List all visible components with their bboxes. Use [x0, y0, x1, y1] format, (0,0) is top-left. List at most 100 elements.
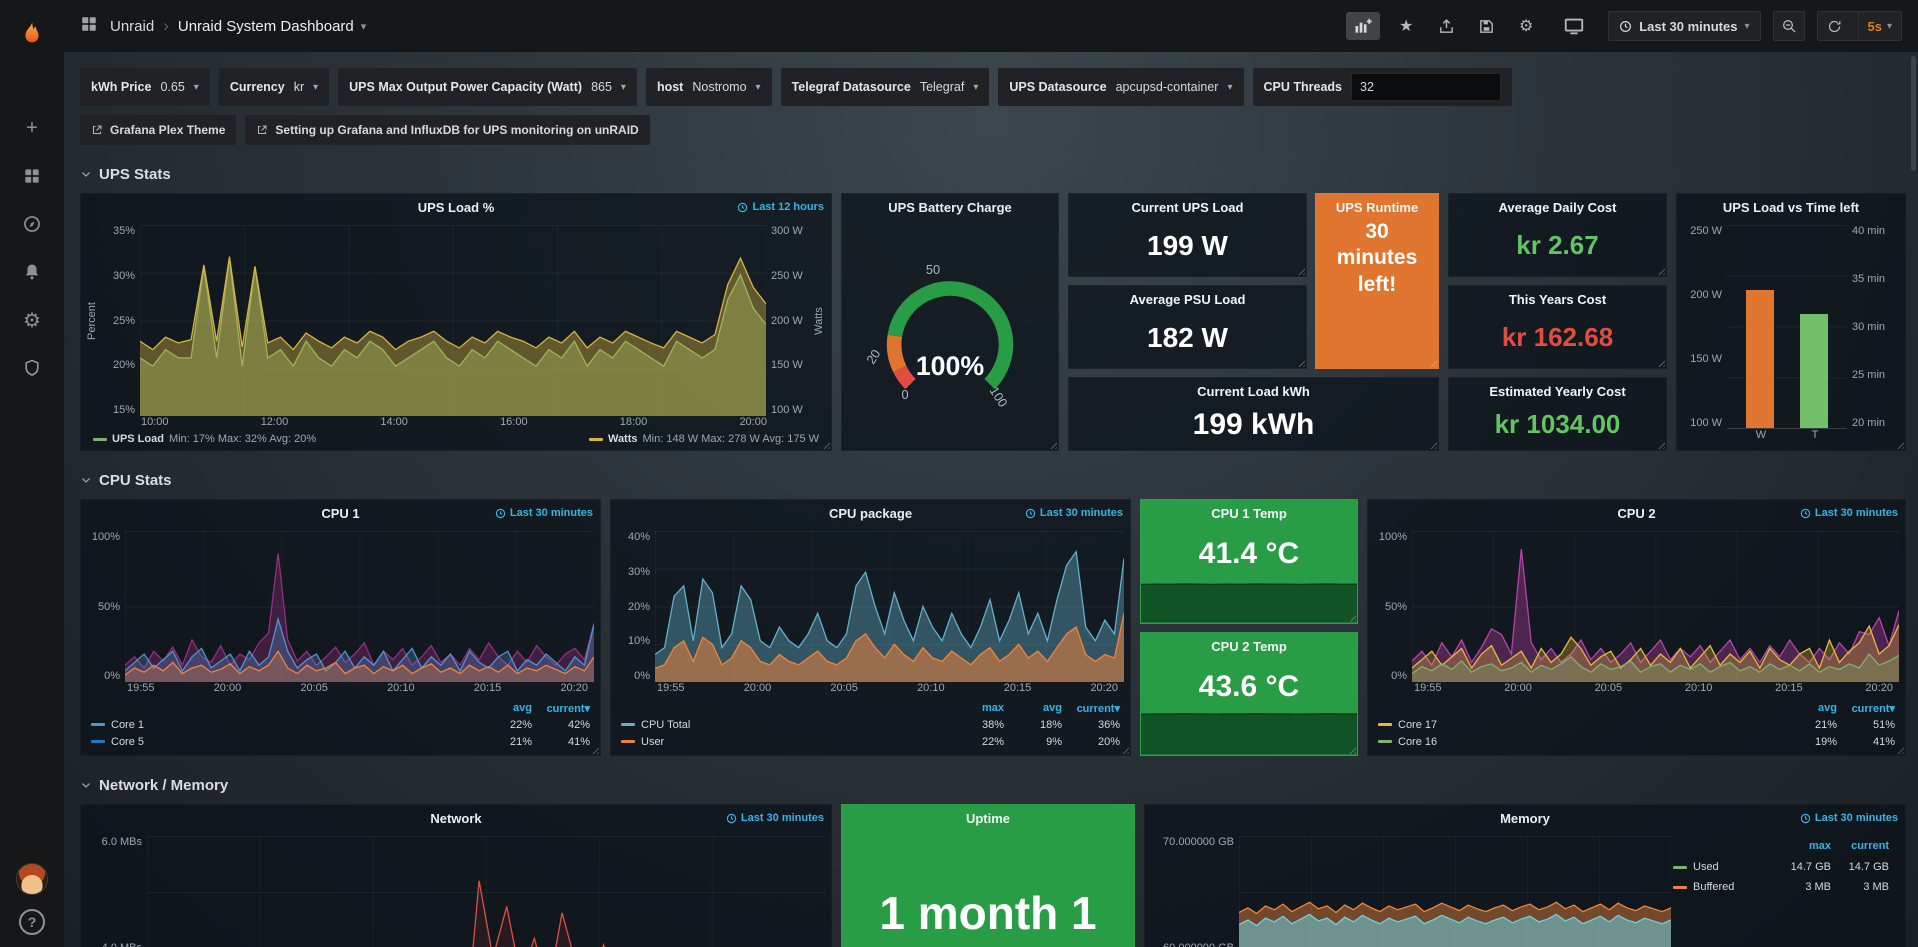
- legend-series-name[interactable]: Core 16: [1398, 736, 1437, 748]
- variable-ups-datasource[interactable]: UPS Datasource apcupsd-container ▾: [998, 68, 1243, 106]
- variable-kwh-price[interactable]: kWh Price 0.65 ▾: [80, 68, 210, 106]
- panel-current-load-kwh: Current Load kWh 199 kWh: [1068, 377, 1439, 451]
- panel-title[interactable]: Memory: [1500, 811, 1550, 826]
- server-admin-shield-icon[interactable]: [15, 351, 49, 385]
- cpu-package-chart[interactable]: [655, 531, 1124, 682]
- panel-title[interactable]: Network: [430, 811, 481, 826]
- legend-series-name[interactable]: Buffered: [1693, 881, 1734, 893]
- panel-title[interactable]: CPU package: [829, 506, 912, 521]
- star-button[interactable]: ★: [1392, 12, 1420, 40]
- battery-gauge: 0 20 50 100 100%: [842, 221, 1058, 450]
- variable-ups-max-output[interactable]: UPS Max Output Power Capacity (Watt) 865…: [338, 68, 637, 106]
- cpu1-chart[interactable]: [125, 531, 594, 682]
- cpu-threads-input[interactable]: [1351, 73, 1501, 101]
- variable-label: CPU Threads: [1264, 80, 1343, 94]
- variable-value[interactable]: Telegraf: [920, 80, 964, 94]
- sort-column[interactable]: current▾: [1062, 702, 1120, 715]
- bar-watts: [1746, 290, 1774, 428]
- configuration-gear-icon[interactable]: ⚙: [15, 303, 49, 337]
- network-chart[interactable]: [147, 836, 825, 947]
- panel-title[interactable]: Average Daily Cost: [1449, 194, 1666, 215]
- variable-value[interactable]: kr: [294, 80, 304, 94]
- cpu2-chart[interactable]: [1412, 531, 1899, 682]
- dashboard-title[interactable]: Unraid System Dashboard: [178, 18, 354, 35]
- ups-load-chart[interactable]: [140, 225, 766, 416]
- legend-series-name[interactable]: Core 17: [1398, 719, 1437, 731]
- row-header-cpu-stats[interactable]: CPU Stats: [80, 469, 1906, 491]
- settings-gear-button[interactable]: ⚙: [1512, 12, 1540, 40]
- variable-currency[interactable]: Currency kr ▾: [219, 68, 329, 106]
- panel-title[interactable]: Current Load kWh: [1069, 378, 1438, 399]
- panel-title[interactable]: CPU 1 Temp: [1141, 500, 1357, 521]
- legend-series-name[interactable]: Core 1: [111, 719, 144, 731]
- cpu2-temp-sparkline: [1141, 708, 1357, 755]
- panel-title[interactable]: Current UPS Load: [1069, 194, 1306, 215]
- ups-bar-chart[interactable]: [1727, 225, 1847, 429]
- save-button[interactable]: [1472, 12, 1500, 40]
- panel-time-override: Last 30 minutes: [1800, 507, 1898, 519]
- refresh-now-button[interactable]: [1818, 12, 1851, 40]
- legend-item: Core 5 21% 41%: [91, 733, 590, 750]
- breadcrumb-root[interactable]: Unraid: [110, 18, 154, 35]
- panel-title[interactable]: CPU 2: [1617, 506, 1655, 521]
- panel-title[interactable]: UPS Load vs Time left: [1723, 200, 1859, 215]
- alerting-bell-icon[interactable]: [15, 255, 49, 289]
- explore-compass-icon[interactable]: [15, 207, 49, 241]
- memory-chart[interactable]: [1239, 836, 1671, 947]
- time-range-picker[interactable]: Last 30 minutes ▾: [1608, 11, 1760, 41]
- user-avatar[interactable]: [16, 863, 48, 895]
- add-panel-button[interactable]: [1346, 12, 1380, 40]
- link-grafana-plex-theme[interactable]: Grafana Plex Theme: [80, 115, 236, 145]
- panel-title[interactable]: Average PSU Load: [1069, 286, 1306, 307]
- dashboard-content: kWh Price 0.65 ▾ Currency kr ▾ UPS Max O…: [64, 52, 1918, 947]
- scrollbar-thumb[interactable]: [1911, 56, 1916, 171]
- title-caret-icon[interactable]: ▾: [361, 20, 367, 33]
- legend-series-name[interactable]: User: [641, 736, 664, 748]
- panel-title[interactable]: This Years Cost: [1449, 286, 1666, 307]
- panel-title[interactable]: CPU 2 Temp: [1141, 633, 1357, 654]
- legend-series-name[interactable]: CPU Total: [641, 719, 690, 731]
- variable-value[interactable]: Nostromo: [692, 80, 746, 94]
- variable-value[interactable]: 865: [591, 80, 612, 94]
- share-button[interactable]: [1432, 12, 1460, 40]
- refresh-interval-label: 5s: [1868, 19, 1882, 34]
- panel-time-override: Last 30 minutes: [726, 812, 824, 824]
- y-axis-left: 100%50%0%: [1372, 531, 1412, 682]
- legend-item[interactable]: UPS Load Min: 17% Max: 32% Avg: 20%: [93, 433, 316, 445]
- panel-title[interactable]: UPS Runtime: [1316, 194, 1438, 215]
- stat-value: 199 W: [1069, 215, 1306, 276]
- legend-item[interactable]: Watts Min: 148 W Max: 278 W Avg: 175 W: [589, 433, 819, 445]
- legend-series-name[interactable]: Used: [1693, 861, 1719, 873]
- stat-value: kr 162.68: [1449, 307, 1666, 368]
- help-icon[interactable]: ?: [19, 909, 45, 935]
- panel-title[interactable]: Uptime: [842, 805, 1134, 826]
- variable-value[interactable]: apcupsd-container: [1116, 80, 1219, 94]
- row-header-network-memory[interactable]: Network / Memory: [80, 774, 1906, 796]
- panel-title[interactable]: Estimated Yearly Cost: [1449, 378, 1666, 399]
- dashboard-grid-icon[interactable]: [80, 15, 98, 38]
- add-icon[interactable]: +: [15, 111, 49, 145]
- cost-stat-column: Average Daily Cost kr 2.67 This Years Co…: [1448, 193, 1667, 451]
- sort-column[interactable]: current▾: [532, 702, 590, 715]
- dashboards-icon[interactable]: [15, 159, 49, 193]
- panel-network: Network Last 30 minutes 6.0 MBs4.0 MBs2.…: [80, 804, 832, 947]
- external-link-icon: [256, 124, 268, 136]
- zoom-out-button[interactable]: [1773, 11, 1805, 41]
- variable-host[interactable]: host Nostromo ▾: [646, 68, 772, 106]
- variable-value[interactable]: 0.65: [160, 80, 184, 94]
- panel-title[interactable]: CPU 1: [321, 506, 359, 521]
- grafana-logo-icon[interactable]: [15, 17, 49, 51]
- sort-column[interactable]: current▾: [1837, 702, 1895, 715]
- variable-telegraf-datasource[interactable]: Telegraf Datasource Telegraf ▾: [781, 68, 990, 106]
- stat-value: 1 month 1: [842, 826, 1134, 947]
- cycle-view-monitor-button[interactable]: [1560, 12, 1588, 40]
- refresh-interval-button[interactable]: 5s ▾: [1858, 12, 1902, 40]
- clock-icon: [1619, 20, 1632, 33]
- link-ups-monitoring-guide[interactable]: Setting up Grafana and InfluxDB for UPS …: [245, 115, 649, 145]
- legend-series-name[interactable]: Core 5: [111, 736, 144, 748]
- panel-title[interactable]: UPS Load %: [418, 200, 495, 215]
- window-scrollbar[interactable]: [1911, 56, 1916, 947]
- row-header-ups-stats[interactable]: UPS Stats: [80, 163, 1906, 185]
- panel-title[interactable]: UPS Battery Charge: [888, 200, 1012, 215]
- row-title: CPU Stats: [99, 472, 172, 489]
